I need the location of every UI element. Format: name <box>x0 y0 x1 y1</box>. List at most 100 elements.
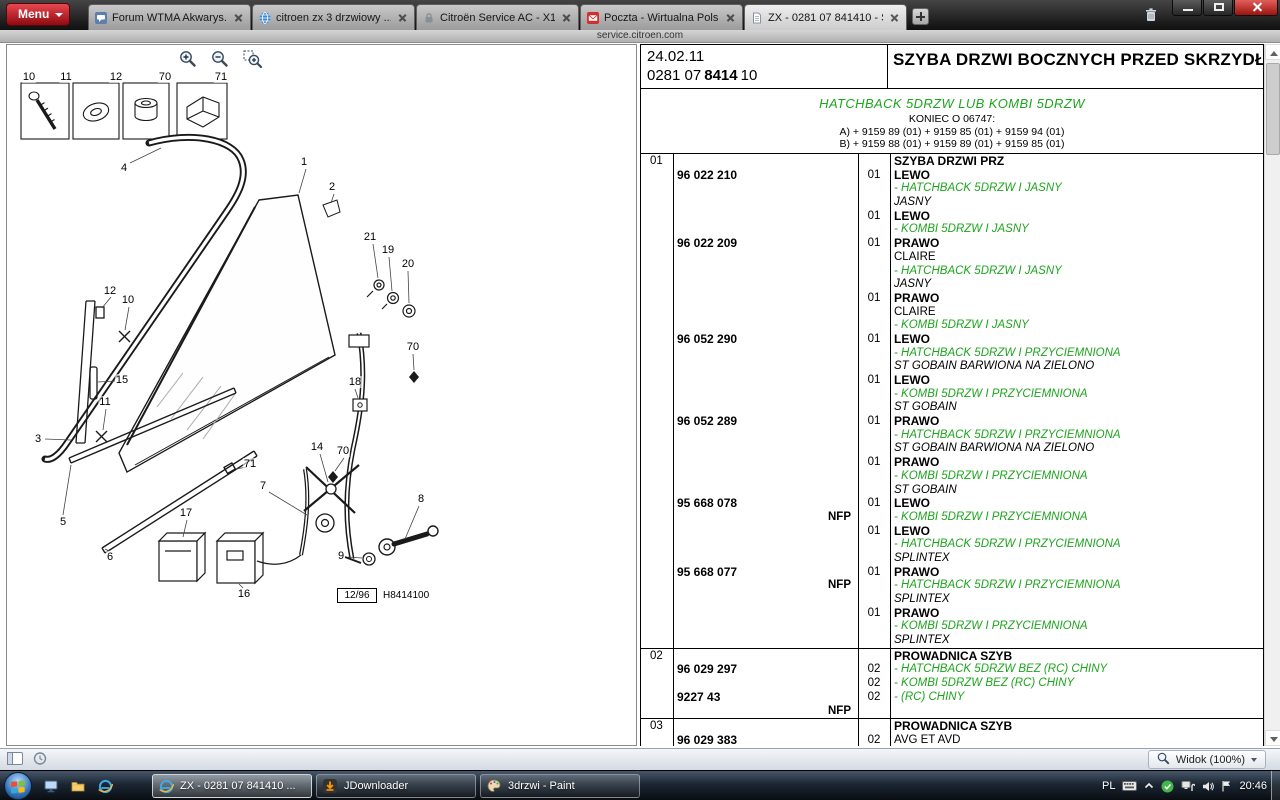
parts-table-line: - HATCHBACK 5DRZW I PRZYCIEMNIONA <box>641 538 1263 552</box>
qty-cell: 01 <box>858 415 890 429</box>
magnifier-icon <box>1157 752 1170 768</box>
menu-button[interactable]: Menu <box>6 3 70 26</box>
parts-table-line: SPLINTEX <box>641 634 1263 648</box>
description-cell: PROWADNICA SZYB <box>894 650 1012 664</box>
chevron-up-icon[interactable] <box>1144 782 1154 790</box>
vertical-scrollbar[interactable] <box>1264 44 1280 746</box>
language-indicator[interactable]: PL <box>1102 780 1115 792</box>
tab-close-icon[interactable] <box>724 11 737 24</box>
column-divider <box>890 154 891 746</box>
part-callout: 10 <box>22 71 36 83</box>
part-number-cell: 96 022 210 <box>677 169 737 183</box>
parts-table-line: 96 022 21001LEWO <box>641 169 1263 183</box>
ie-icon[interactable] <box>96 777 114 795</box>
note-b: B) + 9159 88 (01) + 9159 89 (01) + 9159 … <box>641 138 1263 151</box>
zoom-out-icon[interactable] <box>211 50 229 68</box>
explorer-icon[interactable] <box>69 777 87 795</box>
description-cell: - KOMBI 5DRZW I JASNY <box>894 223 1029 237</box>
description-cell: - KOMBI 5DRZW I PRZYCIEMNIONA <box>894 620 1088 634</box>
address-bar[interactable]: service.citroen.com <box>0 30 1280 43</box>
nfp-flag: NFP <box>677 705 851 719</box>
variant-note: HATCHBACK 5DRZW LUB KOMBI 5DRZW <box>641 96 1263 111</box>
tab-label: ZX - 0281 07 841410 - S... <box>768 12 883 24</box>
page-favicon-icon <box>750 11 763 24</box>
keyboard-icon[interactable] <box>1122 781 1137 791</box>
browser-status-bar: Widok (100%) <box>0 748 1280 770</box>
parts-table-line: ST GOBAIN BARWIONA NA ZIELONO <box>641 360 1263 374</box>
chevron-down-icon <box>1251 758 1257 762</box>
description-cell: - KOMBI 5DRZW I PRZYCIEMNIONA <box>894 511 1088 525</box>
qty-cell: 01 <box>858 333 890 347</box>
description-cell: PRAWO <box>894 415 939 429</box>
ref-cell: 01 <box>650 155 663 169</box>
network-icon[interactable] <box>1181 780 1195 792</box>
page-zoom-widget[interactable]: Widok (100%) <box>1148 750 1266 769</box>
scroll-up-button[interactable] <box>1265 44 1280 60</box>
parts-group: 01SZYBA DRZWI PRZ96 022 21001LEWO- HATCH… <box>641 154 1263 648</box>
ref-cell: 02 <box>650 650 663 664</box>
parts-table-line: - KOMBI 5DRZW I PRZYCIEMNIONA <box>641 388 1263 402</box>
diagram-drawing-code: H8414100 <box>383 590 429 601</box>
screen: Menu Forum WTMA Akwarys...citroen zx 3 d… <box>0 0 1280 800</box>
parts-table-line: 03PROWADNICA SZYB <box>641 720 1263 734</box>
description-cell: SPLINTEX <box>894 593 950 607</box>
doc-date: 24.02.11 <box>647 48 704 65</box>
close-button[interactable] <box>1234 0 1278 16</box>
taskbar-button[interactable]: 3drzwi - Paint <box>480 774 640 798</box>
globe-favicon-icon <box>258 11 271 24</box>
sync-icon[interactable] <box>33 752 47 770</box>
new-tab-button[interactable] <box>912 8 929 25</box>
column-divider <box>858 154 859 746</box>
parts-panel: 24.02.11 0281 07841410 SZYBA DRZWI BOCZN… <box>640 44 1264 746</box>
browser-tab[interactable]: Forum WTMA Akwarys... <box>88 4 251 30</box>
tab-close-icon[interactable] <box>232 11 245 24</box>
zoom-in-icon[interactable] <box>179 50 197 68</box>
description-cell: PRAWO <box>894 566 939 580</box>
mail-favicon-icon <box>586 11 599 24</box>
doc-notes: HATCHBACK 5DRZW LUB KOMBI 5DRZW KONIEC O… <box>641 90 1263 153</box>
start-button[interactable] <box>4 772 32 800</box>
clock[interactable]: 20:46 <box>1239 780 1267 792</box>
taskbar: ZX - 0281 07 841410 ...JDownloader3drzwi… <box>0 770 1280 800</box>
flag-icon[interactable] <box>1221 780 1232 792</box>
parts-table-line: ST GOBAIN <box>641 401 1263 415</box>
parts-table-line: 96 029 38302AVG ET AVD <box>641 734 1263 746</box>
closed-tabs-trash-icon[interactable] <box>1140 5 1162 24</box>
tab-close-icon[interactable] <box>560 11 573 24</box>
description-cell: ST GOBAIN <box>894 484 957 498</box>
parts-group: 03PROWADNICA SZYB96 029 38302AVG ET AVD <box>641 718 1263 746</box>
browser-tab[interactable]: ZX - 0281 07 841410 - S... <box>744 4 907 30</box>
part-callout: 4 <box>120 162 128 174</box>
taskbar-button[interactable]: ZX - 0281 07 841410 ... <box>152 774 312 798</box>
shield-icon[interactable] <box>1161 780 1174 793</box>
show-desktop-button[interactable] <box>1271 771 1280 800</box>
jdownloader-icon <box>323 779 338 793</box>
ie-icon <box>159 779 174 794</box>
paint-icon <box>487 779 502 793</box>
parts-table-line: 01PRAWO <box>641 292 1263 306</box>
zoom-select-icon[interactable] <box>243 50 263 68</box>
chevron-down-icon <box>55 13 63 17</box>
parts-table: 01SZYBA DRZWI PRZ96 022 21001LEWO- HATCH… <box>641 153 1263 746</box>
tab-label: Poczta - Wirtualna Pols... <box>604 12 719 24</box>
tab-close-icon[interactable] <box>396 11 409 24</box>
scroll-down-button[interactable] <box>1265 730 1280 746</box>
tab-close-icon[interactable] <box>888 11 901 24</box>
desktop-icon[interactable] <box>42 777 60 795</box>
volume-icon[interactable] <box>1202 781 1214 792</box>
part-callout: 70 <box>158 71 172 83</box>
browser-tab[interactable]: Citroën Service AC - X1... <box>416 4 579 30</box>
browser-tab[interactable]: Poczta - Wirtualna Pols... <box>580 4 743 30</box>
parts-table-line: 96 052 28901PRAWO <box>641 415 1263 429</box>
minimize-button[interactable] <box>1172 0 1202 16</box>
description-cell: - HATCHBACK 5DRZW I PRZYCIEMNIONA <box>894 347 1121 361</box>
panels-icon[interactable] <box>7 752 23 770</box>
description-cell: - HATCHBACK 5DRZW I JASNY <box>894 182 1062 196</box>
maximize-button[interactable] <box>1203 0 1233 16</box>
parts-table-line: 01PRAWO <box>641 607 1263 621</box>
description-cell: JASNY <box>894 196 931 210</box>
scrollbar-thumb[interactable] <box>1266 63 1280 155</box>
taskbar-button[interactable]: JDownloader <box>316 774 476 798</box>
browser-tab[interactable]: citroen zx 3 drzwiowy ... <box>252 4 415 30</box>
description-cell: - KOMBI 5DRZW I JASNY <box>894 319 1029 333</box>
